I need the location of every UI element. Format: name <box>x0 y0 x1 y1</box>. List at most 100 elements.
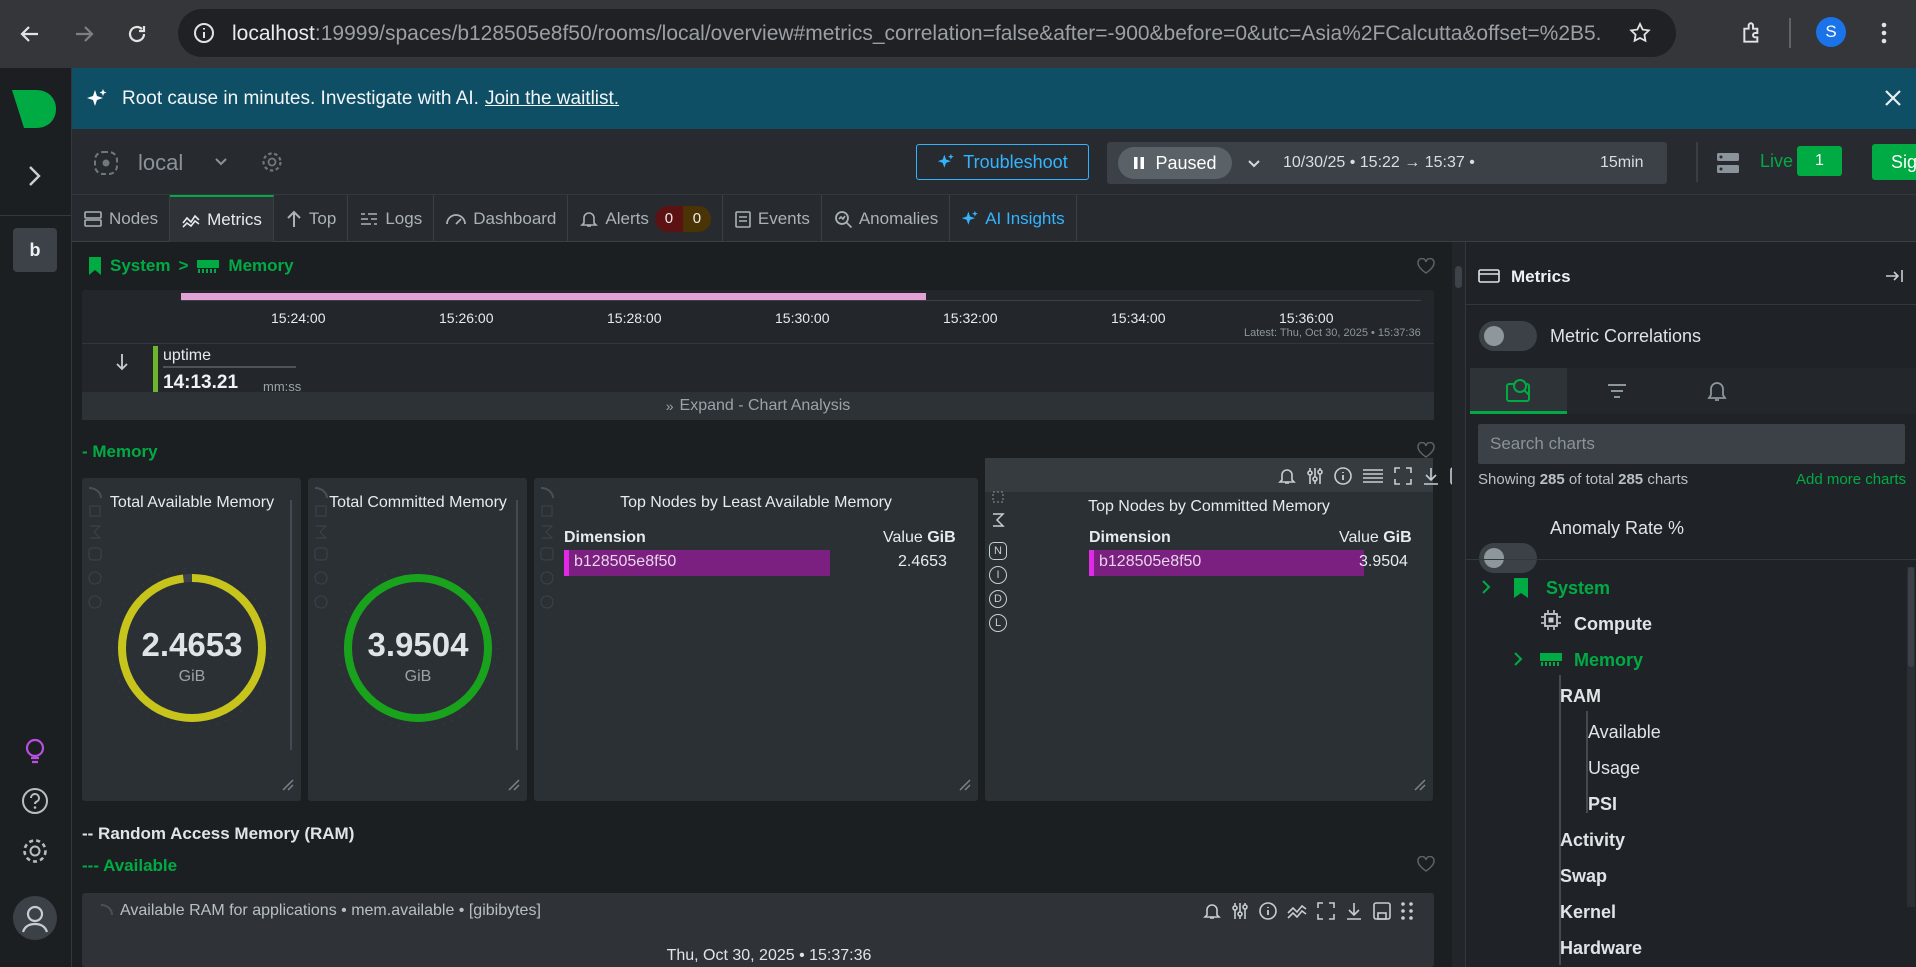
instances-letter-icon[interactable]: I <box>989 566 1007 584</box>
sign-in-button[interactable]: Sign in <box>1872 144 1916 180</box>
tree-item-swap[interactable]: Swap <box>1560 866 1607 887</box>
bookmark-star-icon[interactable] <box>1628 21 1652 45</box>
labels-letter-icon[interactable]: L <box>989 614 1007 632</box>
info-icon[interactable] <box>1333 466 1353 486</box>
alert-bell-icon[interactable] <box>1277 466 1297 486</box>
tree-item-available[interactable]: Available <box>1588 722 1661 743</box>
tree-item-ram[interactable]: RAM <box>1560 686 1601 707</box>
chart-type-icon[interactable] <box>1361 466 1385 486</box>
metric-correlations-toggle[interactable] <box>1479 321 1537 351</box>
extensions-icon[interactable] <box>1740 20 1766 46</box>
live-count-badge[interactable]: 1 <box>1797 146 1842 176</box>
sort-down-arrow-icon[interactable] <box>114 352 130 372</box>
tab-events[interactable]: Events <box>723 195 822 242</box>
profile-avatar[interactable]: S <box>1816 17 1846 47</box>
metrics-icon <box>182 214 200 228</box>
tree-item-system[interactable]: System <box>1546 578 1610 599</box>
close-banner-icon[interactable] <box>1883 88 1903 108</box>
tree-item-hardware[interactable]: Hardware <box>1560 938 1642 959</box>
breadcrumb-system[interactable]: System <box>110 256 170 276</box>
info-icon[interactable] <box>1258 901 1278 921</box>
dimensions-letter-icon[interactable]: D <box>989 590 1007 608</box>
panel-tab-filters[interactable] <box>1567 368 1667 414</box>
tab-top[interactable]: Top <box>274 195 349 242</box>
room-name[interactable]: local <box>138 150 183 176</box>
playback-dropdown-chevron-icon[interactable] <box>1247 159 1261 169</box>
duration-label[interactable]: 15min <box>1600 154 1644 172</box>
filter-sliders-icon[interactable] <box>1230 901 1250 921</box>
resize-handle-icon[interactable] <box>1413 778 1427 792</box>
save-icon[interactable] <box>1372 901 1392 921</box>
heart-icon[interactable] <box>1417 258 1435 274</box>
download-icon[interactable] <box>1344 901 1364 921</box>
lightbulb-icon[interactable] <box>20 736 50 766</box>
collapse-panel-icon[interactable] <box>1884 268 1904 284</box>
tab-metrics[interactable]: Metrics <box>170 195 274 242</box>
add-more-charts-link[interactable]: Add more charts <box>1796 471 1906 488</box>
nodes-letter-icon[interactable]: N <box>989 542 1007 560</box>
search-charts-input[interactable]: Search charts <box>1478 424 1905 464</box>
user-avatar[interactable] <box>13 896 57 940</box>
room-settings-gear-icon[interactable] <box>260 150 284 174</box>
resize-handle-icon[interactable] <box>507 778 521 792</box>
panel-scroll-thumb[interactable] <box>1908 567 1914 667</box>
room-dropdown-chevron-icon[interactable] <box>214 157 228 167</box>
tree-item-psi[interactable]: PSI <box>1588 794 1617 815</box>
fullscreen-icon[interactable] <box>1316 901 1336 921</box>
tab-anomalies[interactable]: Anomalies <box>822 195 951 242</box>
main-scroll-thumb[interactable] <box>1455 266 1462 288</box>
main-scrollbar[interactable] <box>1452 242 1465 967</box>
back-button[interactable] <box>10 14 50 54</box>
panel-scrollbar[interactable] <box>1907 567 1915 907</box>
tab-dashboard[interactable]: Dashboard <box>434 195 569 242</box>
address-bar[interactable]: localhost:19999/spaces/b128505e8f50/room… <box>178 9 1676 57</box>
tree-item-usage[interactable]: Usage <box>1588 758 1640 779</box>
resize-handle-icon[interactable] <box>958 778 972 792</box>
heart-icon[interactable] <box>1417 856 1435 872</box>
nodes-server-icon[interactable] <box>1714 149 1742 177</box>
section-memory[interactable]: - Memory <box>82 442 158 462</box>
netdata-logo-icon[interactable] <box>10 88 58 130</box>
section-ram[interactable]: -- Random Access Memory (RAM) <box>82 824 354 844</box>
bookmark-icon <box>1514 578 1528 598</box>
url-text: localhost:19999/spaces/b128505e8f50/room… <box>232 22 1602 45</box>
filter-sliders-icon[interactable] <box>1305 466 1325 486</box>
settings-gear-icon[interactable] <box>20 836 50 866</box>
help-icon[interactable] <box>20 786 50 816</box>
tree-chevron-icon[interactable] <box>1480 579 1492 595</box>
panel-tab-charts[interactable] <box>1470 368 1567 414</box>
timeline-selection-bar[interactable] <box>181 293 926 300</box>
alert-bell-icon[interactable] <box>1202 901 1222 921</box>
space-avatar[interactable]: b <box>13 228 57 272</box>
tab-ai-insights[interactable]: AI Insights <box>950 195 1077 242</box>
tab-logs[interactable]: Logs <box>348 195 435 242</box>
fullscreen-icon[interactable] <box>1393 466 1413 486</box>
resize-handle-icon[interactable] <box>281 778 295 792</box>
tree-item-kernel[interactable]: Kernel <box>1560 902 1616 923</box>
expand-sidebar-chevron-icon[interactable] <box>24 163 46 189</box>
site-info-icon[interactable] <box>192 21 216 45</box>
forward-button[interactable] <box>64 14 104 54</box>
join-waitlist-link[interactable]: Join the waitlist. <box>485 88 619 110</box>
reload-button[interactable] <box>117 14 157 54</box>
breadcrumb-memory[interactable]: Memory <box>228 256 293 276</box>
bookmark-icon <box>89 257 101 275</box>
tab-nodes[interactable]: Nodes <box>72 195 171 242</box>
troubleshoot-button[interactable]: Troubleshoot <box>916 144 1089 180</box>
panel-tab-alerts[interactable] <box>1667 368 1767 414</box>
download-icon[interactable] <box>1421 466 1441 486</box>
expand-chart-analysis[interactable]: » Expand - Chart Analysis <box>82 392 1434 420</box>
drag-handle-icon[interactable] <box>1400 901 1414 921</box>
line-chart-icon[interactable] <box>1286 901 1308 921</box>
tree-item-memory[interactable]: Memory <box>1574 650 1643 671</box>
tab-alerts[interactable]: Alerts 0 0 <box>568 195 723 242</box>
kebab-menu-icon[interactable] <box>1872 20 1896 46</box>
alert-counts[interactable]: 0 0 <box>654 205 711 232</box>
tree-item-activity[interactable]: Activity <box>1560 830 1625 851</box>
tree-item-compute[interactable]: Compute <box>1574 614 1652 635</box>
date-range[interactable]: 10/30/25 • 15:22 → 15:37 • <box>1283 154 1475 172</box>
section-available[interactable]: --- Available <box>82 856 177 876</box>
tree-chevron-icon[interactable] <box>1512 651 1524 667</box>
paused-pill[interactable]: Paused <box>1118 147 1232 179</box>
heart-icon[interactable] <box>1417 442 1435 458</box>
